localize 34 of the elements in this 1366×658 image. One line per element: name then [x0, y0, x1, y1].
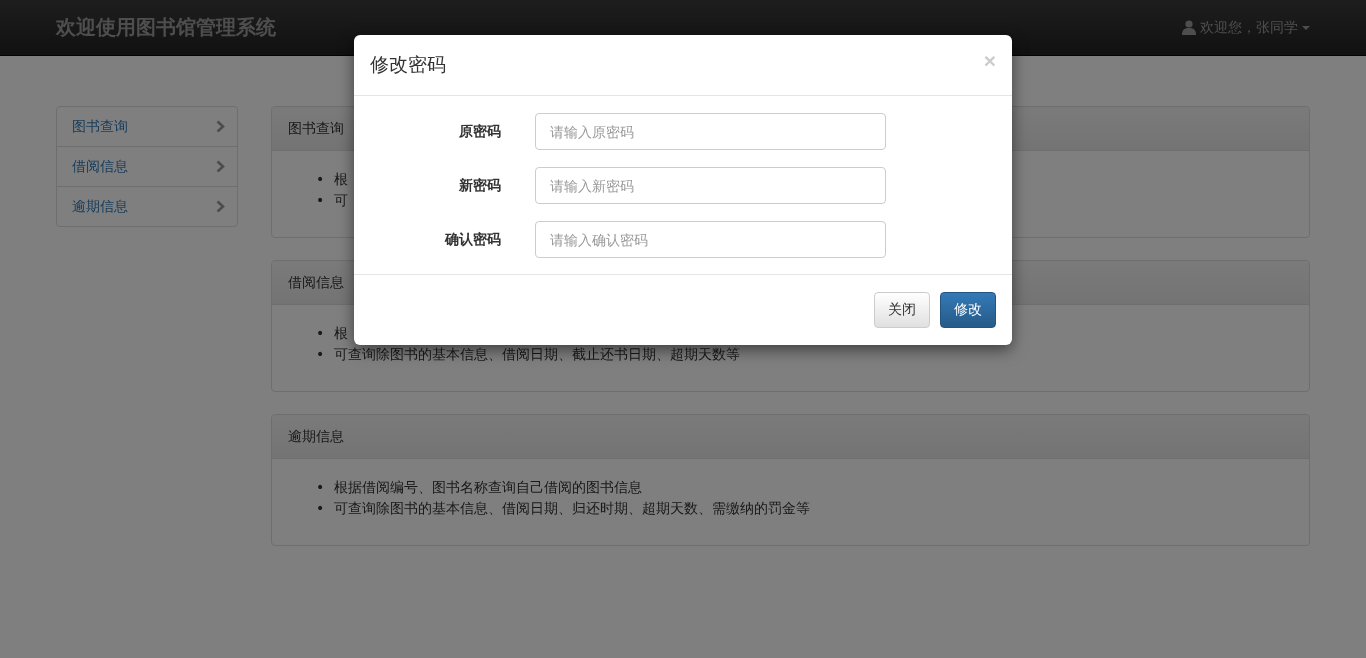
bullet: • — [316, 170, 325, 189]
caret-icon — [1302, 25, 1310, 30]
bullet: • — [316, 499, 325, 518]
submit-button[interactable]: 修改 — [940, 292, 996, 328]
sidebar-item[interactable]: 借阅信息 — [56, 146, 238, 187]
app-title: 欢迎使用图书馆管理系统 — [56, 14, 276, 41]
field-label: 确认密码 — [443, 230, 502, 249]
list-item: 根据借阅编号、图书名称查询自己借阅的图书信息 — [334, 478, 643, 497]
field-label: 原密码 — [458, 122, 502, 141]
list-item: 可 — [334, 191, 349, 210]
list-item: 根 — [334, 324, 349, 343]
password-field[interactable]: 请输入原密码 — [535, 113, 886, 150]
sidebar-item[interactable]: 图书查询 — [56, 106, 238, 147]
chevron-right-icon — [216, 200, 225, 213]
user-icon — [1182, 20, 1196, 35]
modal-title: 修改密码 — [370, 52, 446, 77]
panel-title: 逾期信息 — [288, 427, 344, 446]
bullet: • — [316, 478, 325, 497]
bullet: • — [316, 345, 325, 364]
field-label: 新密码 — [458, 176, 502, 195]
sidebar-item[interactable]: 逾期信息 — [56, 186, 238, 227]
panel-title: 图书查询 — [288, 119, 344, 138]
chevron-right-icon — [216, 160, 225, 173]
password-field[interactable]: 请输入确认密码 — [535, 221, 886, 258]
list-item: 可查询除图书的基本信息、借阅日期、截止还书日期、超期天数等 — [334, 345, 741, 364]
list-item: 根 — [334, 170, 349, 189]
panel-title: 借阅信息 — [288, 273, 344, 292]
list-item: 可查询除图书的基本信息、借阅日期、归还时期、超期天数、需缴纳的罚金等 — [334, 499, 811, 518]
close-dialog-button[interactable]: 关闭 — [874, 292, 930, 328]
chevron-right-icon — [216, 120, 225, 133]
bullet: • — [316, 191, 325, 210]
bullet: • — [316, 324, 325, 343]
close-button[interactable]: × — [983, 49, 996, 81]
password-field[interactable]: 请输入新密码 — [535, 167, 886, 204]
